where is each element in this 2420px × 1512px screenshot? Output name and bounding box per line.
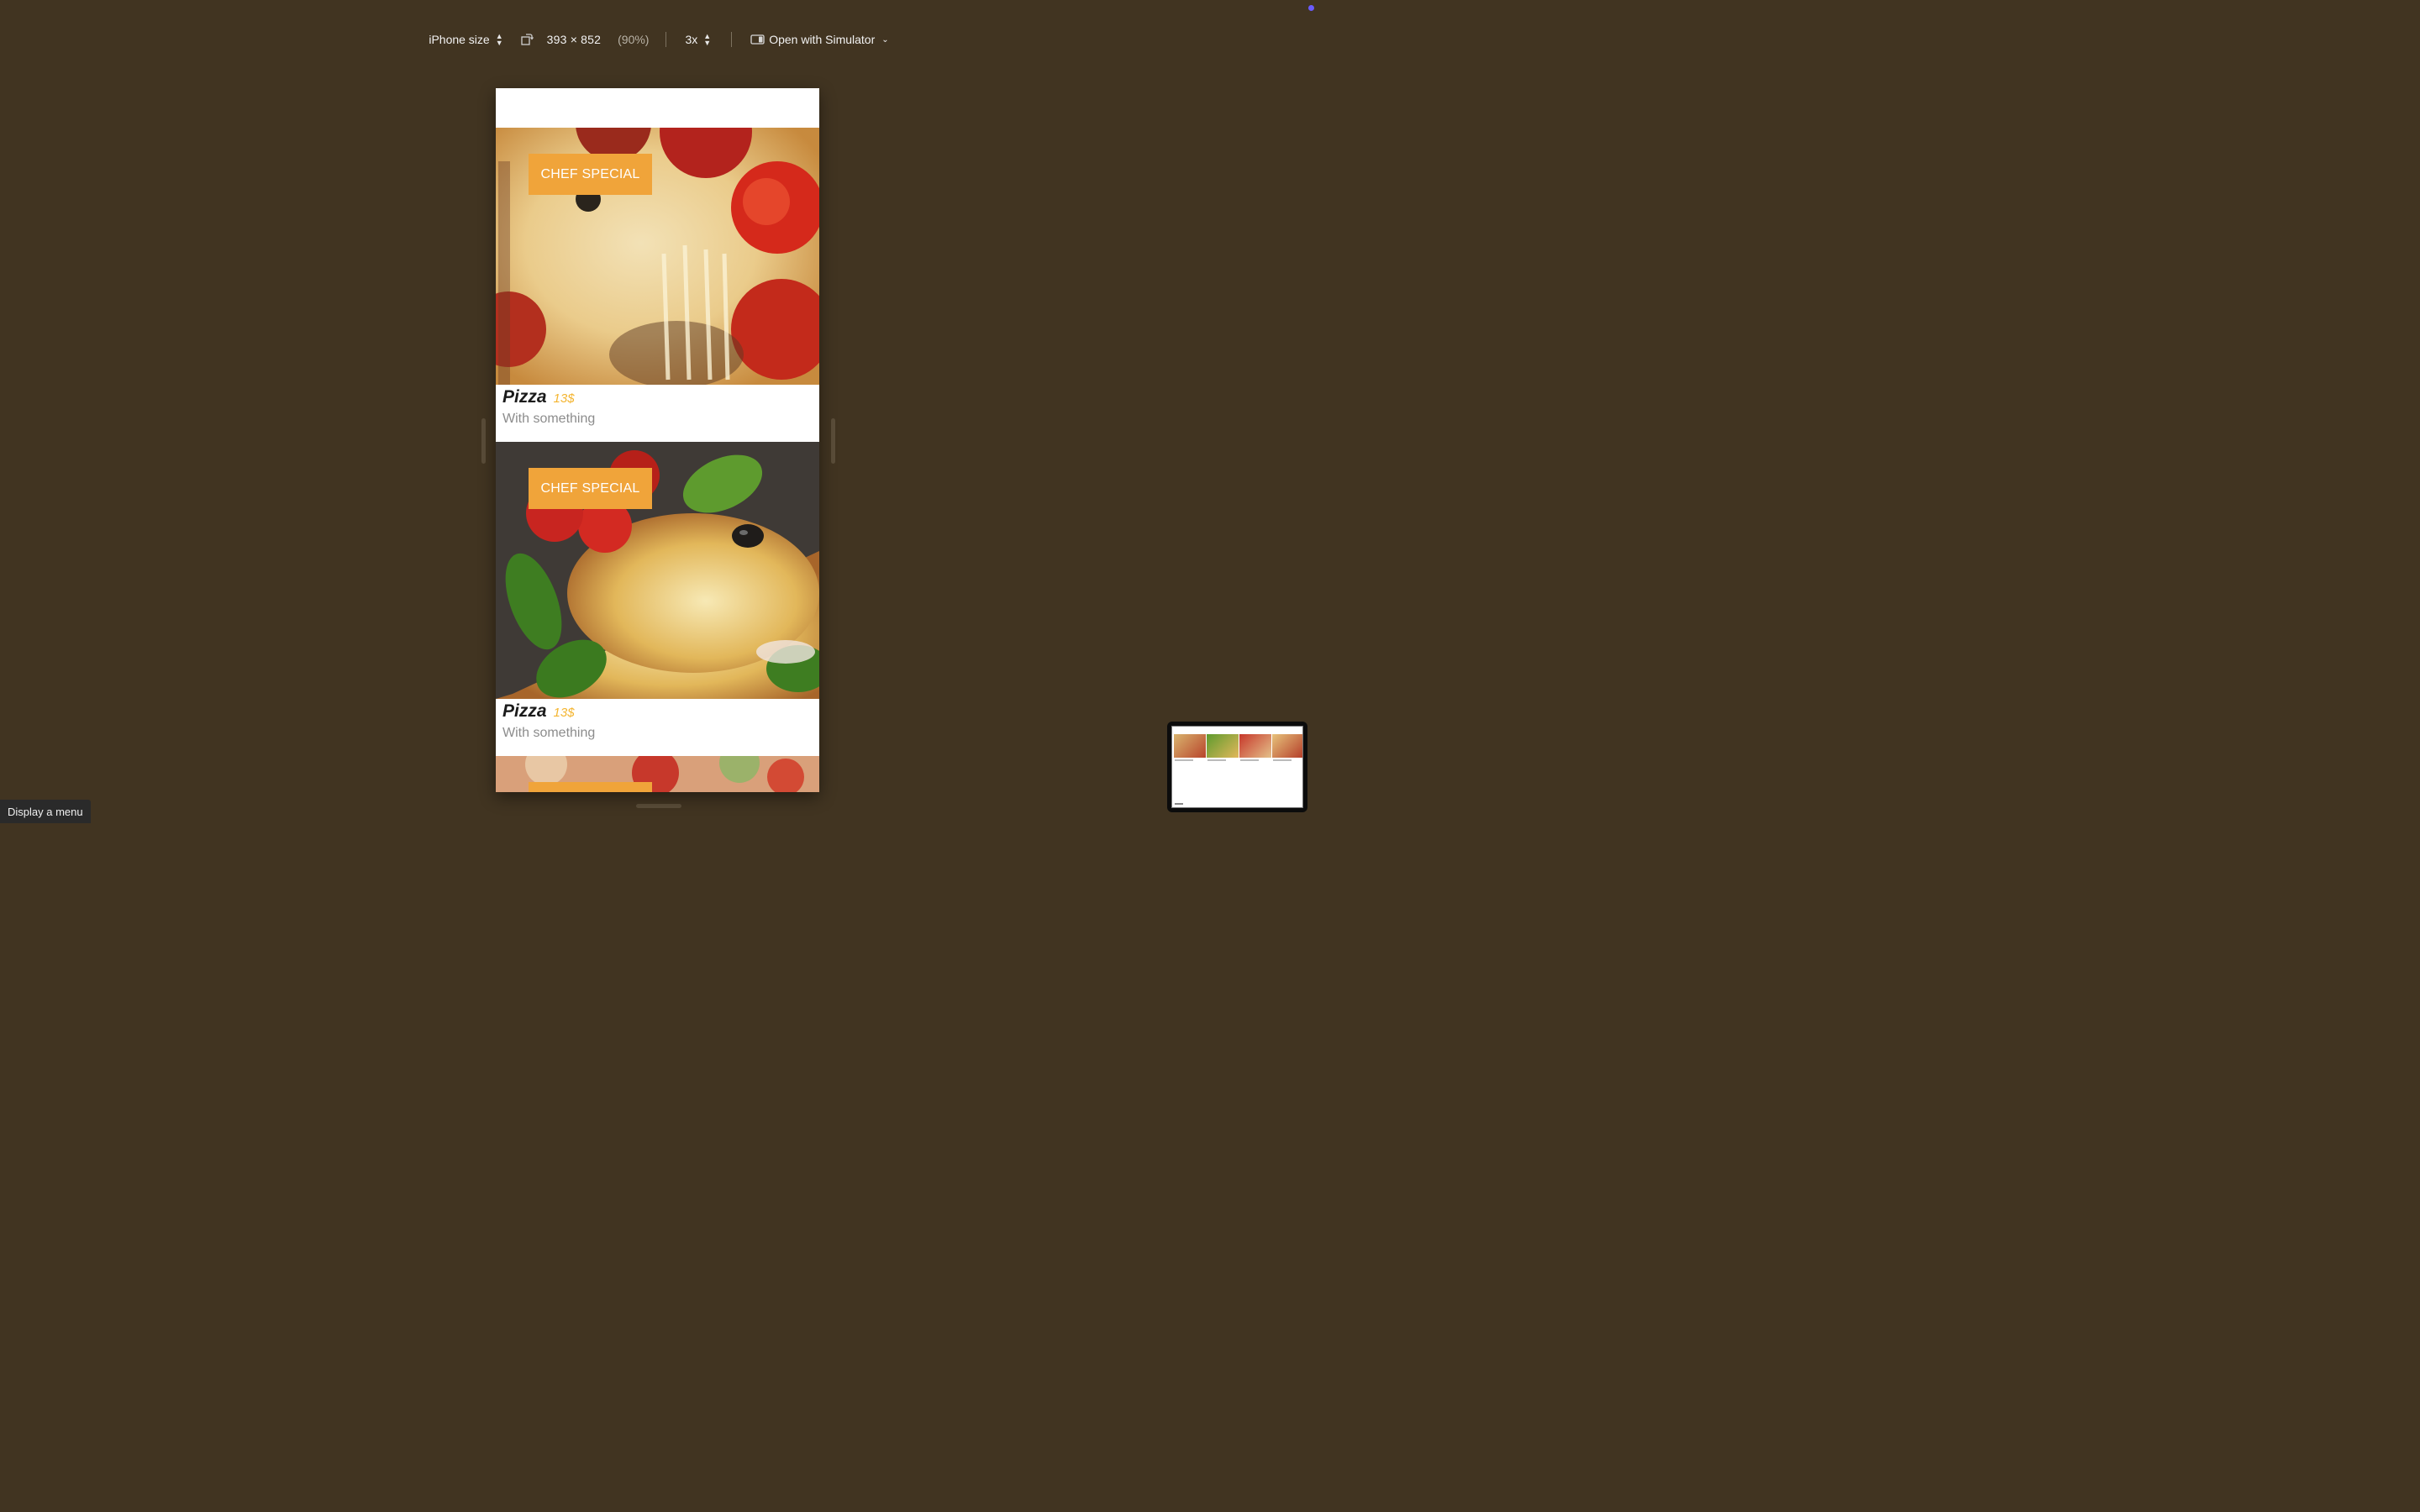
minimap-thumbnail <box>1272 734 1302 758</box>
tooltip: Display a menu <box>0 800 91 823</box>
card-subtitle: With something <box>502 726 596 740</box>
minimap-text <box>1207 759 1226 761</box>
minimap-text <box>1175 759 1193 761</box>
card-subtitle: With something <box>502 412 596 426</box>
up-down-chevron-icon: ▲ ▼ <box>495 32 503 47</box>
card-title: Pizza <box>502 701 547 721</box>
menu-card[interactable]: CHEF SPECIAL Pizza 13$ With something <box>496 442 819 756</box>
preview-minimap[interactable] <box>1167 722 1307 812</box>
minimap-thumbnail <box>1207 734 1239 758</box>
zoom-percent: (90%) <box>618 33 650 46</box>
menu-card[interactable] <box>496 756 819 792</box>
card-title-row: Pizza 13$ <box>496 385 819 407</box>
up-down-chevron-icon: ▲ ▼ <box>703 32 712 47</box>
device-status-area <box>496 88 819 128</box>
minimap-thumbnail <box>1174 734 1206 758</box>
device-size-label: iPhone size <box>429 33 490 46</box>
status-dot <box>1308 5 1314 11</box>
pizza-image: CHEF SPECIAL <box>496 442 819 699</box>
pizza-image <box>496 756 819 792</box>
minimap-indicator <box>1175 803 1183 805</box>
minimap-text <box>1273 759 1292 761</box>
resize-handle-left[interactable] <box>481 418 486 464</box>
rotate-icon <box>520 34 534 45</box>
open-with-simulator-label: Open with Simulator <box>769 33 876 46</box>
card-price: 13$ <box>553 391 575 406</box>
device-preview: CHEF SPECIAL Pizza 13$ With something CH… <box>496 88 819 792</box>
chevron-down-icon: ⌄ <box>881 34 889 45</box>
scale-selector[interactable]: 3x ▲ ▼ <box>685 32 712 47</box>
open-with-simulator-button[interactable]: Open with Simulator ⌄ <box>750 33 889 46</box>
preview-canvas: iPhone size ▲ ▼ 393 × 852 (90%) 3x ▲ ▼ Ope… <box>0 0 1318 823</box>
preview-toolbar: iPhone size ▲ ▼ 393 × 852 (90%) 3x ▲ ▼ Ope… <box>0 28 1318 51</box>
pizza-image: CHEF SPECIAL <box>496 128 819 385</box>
card-title-row: Pizza 13$ <box>496 699 819 722</box>
rotate-device-button[interactable] <box>520 33 534 46</box>
minimap-thumbnail <box>1239 734 1271 758</box>
resize-handle-bottom[interactable] <box>636 804 681 808</box>
card-price: 13$ <box>553 706 575 720</box>
simulator-icon <box>750 34 765 45</box>
scale-label: 3x <box>685 33 698 46</box>
chef-special-badge: CHEF SPECIAL <box>529 468 652 509</box>
minimap-text <box>1240 759 1259 761</box>
device-dimensions: 393 × 852 <box>546 33 602 46</box>
chef-special-badge: CHEF SPECIAL <box>529 154 652 195</box>
device-size-selector[interactable]: iPhone size ▲ ▼ <box>429 32 503 47</box>
resize-handle-right[interactable] <box>831 418 835 464</box>
minimap-content <box>1171 726 1303 808</box>
card-title: Pizza <box>502 387 547 407</box>
chef-special-badge <box>529 782 652 792</box>
toolbar-divider <box>731 32 733 47</box>
menu-card[interactable]: CHEF SPECIAL Pizza 13$ With something <box>496 128 819 442</box>
